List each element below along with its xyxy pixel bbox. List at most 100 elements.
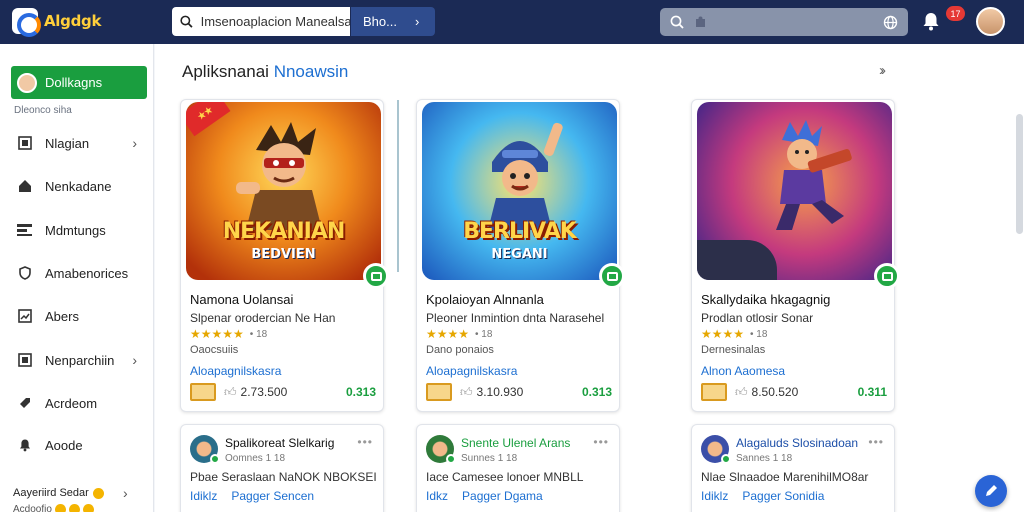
online-dot <box>210 454 220 464</box>
app-link[interactable]: Alnon Aaomesa <box>701 364 785 378</box>
chevron-right-icon: › <box>414 14 420 29</box>
online-dot <box>446 454 456 464</box>
double-chevron-right-icon[interactable]: ›› <box>879 62 886 79</box>
sidebar: Dollkagns Dleonco siha Nlagian › Nenkada… <box>0 44 154 512</box>
section-title-main: Apliksnanai <box>182 62 269 81</box>
sidebar-item-1[interactable]: Nlagian › <box>0 128 153 158</box>
mini-app-card[interactable]: Alagaluds Slosinadoan ••• Sannes 1 18 Nl… <box>691 424 895 512</box>
sidebar-item-3[interactable]: Mdmtungs <box>0 215 153 245</box>
sidebar-item-7[interactable]: Acrdeom <box>0 388 153 418</box>
app-artwork[interactable] <box>697 102 892 280</box>
floating-action-button[interactable] <box>975 475 1007 507</box>
app-rating: ★★★★ • 18 <box>426 327 492 341</box>
sidebar-item-label: Acrdeom <box>45 395 98 411</box>
avatar <box>17 72 37 93</box>
logo-text: Algdgk <box>44 12 102 30</box>
app-footer: 👍︎ 2.73.500 0.313 <box>190 382 376 402</box>
search-query-text: Imsenoaplacion Manealsai <box>200 14 350 29</box>
bell-icon <box>17 438 32 453</box>
app-subtitle: Slpenar orodercian Ne Han <box>190 311 336 325</box>
ticket-icon <box>426 383 452 401</box>
app-card[interactable]: BERLIVAK NEGANI Kpolaioyan Alnnanla Pleo… <box>416 99 625 412</box>
sidebar-footer-sub: Acdoofio <box>13 504 94 512</box>
app-title[interactable]: Kpolaioyan Alnnanla <box>426 292 544 307</box>
sidebar-footer[interactable]: Aayeriird Sedar › <box>13 485 128 501</box>
search-icon <box>180 15 193 28</box>
globe-icon[interactable] <box>883 15 898 30</box>
app-developer: Dano ponaios <box>426 344 494 356</box>
chevron-right-icon: › <box>132 135 137 151</box>
doc-icon <box>17 353 32 368</box>
artwork-subtitle: BEDVIEN <box>251 247 316 262</box>
more-options-icon[interactable]: ••• <box>593 435 609 449</box>
star-rating-icon: ★★★★★ <box>190 327 244 341</box>
sidebar-item-2[interactable]: Nenkadane <box>0 171 153 201</box>
artwork-title: NEKANIAN <box>222 219 346 244</box>
sidebar-item-label: Nenkadane <box>45 178 112 194</box>
edit-icon <box>986 485 997 496</box>
emoji-icon <box>92 487 104 499</box>
mini-link-1[interactable]: Idiklz <box>701 489 728 503</box>
mini-app-title[interactable]: Alagaluds Slosinadoan <box>736 436 858 450</box>
rating-count: • 18 <box>475 328 493 340</box>
user-avatar[interactable] <box>976 7 1005 36</box>
mini-app-desc: Iace Camesee lonoer MNBLL <box>426 470 584 484</box>
rating-count: • 18 <box>249 328 268 340</box>
search-button[interactable]: Bho... › <box>351 7 435 36</box>
mini-app-sub: Sunnes 1 18 <box>461 453 518 464</box>
emoji-icon <box>68 504 80 512</box>
more-options-icon[interactable]: ••• <box>357 435 373 449</box>
notification-badge: 17 <box>946 6 965 21</box>
scrollbar[interactable] <box>1016 114 1023 234</box>
sidebar-item-4[interactable]: Amabenorices <box>0 258 153 288</box>
mini-link-1[interactable]: Idiklz <box>190 489 217 503</box>
ticket-icon <box>190 383 216 401</box>
more-options-icon[interactable]: ••• <box>868 435 884 449</box>
thumbs-up-icon[interactable]: 👍︎ <box>224 385 237 400</box>
sidebar-item-8[interactable]: Aoode <box>0 430 153 460</box>
app-card[interactable]: ★★ NEKANIAN BEDVIEN Namona Uolansai Slpe… <box>180 99 389 412</box>
mini-app-title[interactable]: Snente Ulenel Arans <box>461 436 570 450</box>
character-illustration <box>776 120 853 230</box>
thumbs-up-icon[interactable]: 👍︎ <box>735 385 748 400</box>
mini-app-card[interactable]: Snente Ulenel Arans ••• Sunnes 1 18 Iace… <box>416 424 620 512</box>
app-artwork[interactable]: BERLIVAK NEGANI <box>422 102 617 280</box>
install-icon[interactable] <box>874 263 900 289</box>
sidebar-item-label: Amabenorices <box>45 265 129 281</box>
mini-link-2[interactable]: Pagger Dgama <box>462 489 543 503</box>
mini-link-2[interactable]: Pagger Sonidia <box>742 489 824 503</box>
install-icon[interactable] <box>363 263 389 289</box>
app-title[interactable]: Namona Uolansai <box>190 292 293 307</box>
app-footer: 👍︎ 8.50.520 0.311 <box>701 382 887 402</box>
app-logo[interactable]: Algdgk <box>12 8 102 37</box>
sidebar-item-5[interactable]: Abers <box>0 301 153 331</box>
mini-link-2[interactable]: Pagger Sencen <box>231 489 314 503</box>
app-link[interactable]: Aloapagnilskasra <box>190 364 281 378</box>
secondary-search-bar[interactable] <box>660 8 908 36</box>
top-bar: Algdgk Imsenoaplacion Manealsai Bho... ›… <box>0 0 1024 44</box>
app-price: 0.313 <box>581 385 612 399</box>
app-artwork[interactable]: ★★ NEKANIAN BEDVIEN <box>186 102 381 280</box>
app-title[interactable]: Skallydaika hkagagnig <box>701 292 830 307</box>
chevron-right-icon: › <box>132 352 137 368</box>
mini-app-sub: Oomnes 1 18 <box>225 453 286 464</box>
install-icon[interactable] <box>599 263 625 289</box>
bell-icon[interactable] <box>920 10 942 32</box>
sidebar-item-label: Nlagian <box>45 135 90 151</box>
sidebar-item-active[interactable]: Dollkagns <box>11 66 147 99</box>
mini-link-1[interactable]: Idkz <box>426 489 448 503</box>
ticket-icon <box>701 383 727 401</box>
mini-app-desc: Pbae Seraslaan NaNOK NBOKSEI <box>190 470 377 484</box>
search-input[interactable]: Imsenoaplacion Manealsai <box>172 7 350 36</box>
app-rating: ★★★★★ • 18 <box>190 327 267 341</box>
sidebar-item-6[interactable]: Nenparchiin › <box>0 345 153 375</box>
download-count: 3.10.930 <box>476 385 524 399</box>
app-card[interactable]: Skallydaika hkagagnig Prodlan otlosir So… <box>691 99 900 412</box>
thumbs-up-icon[interactable]: 👍︎ <box>460 385 473 400</box>
mini-app-card[interactable]: Spalikoreat Slelkarig ••• Oomnes 1 18 Pb… <box>180 424 384 512</box>
mini-app-title[interactable]: Spalikoreat Slelkarig <box>225 436 334 450</box>
sidebar-active-label: Dollkagns <box>45 75 103 90</box>
emoji-icon <box>54 504 66 512</box>
puzzle-icon <box>696 16 705 27</box>
app-link[interactable]: Aloapagnilskasra <box>426 364 517 378</box>
